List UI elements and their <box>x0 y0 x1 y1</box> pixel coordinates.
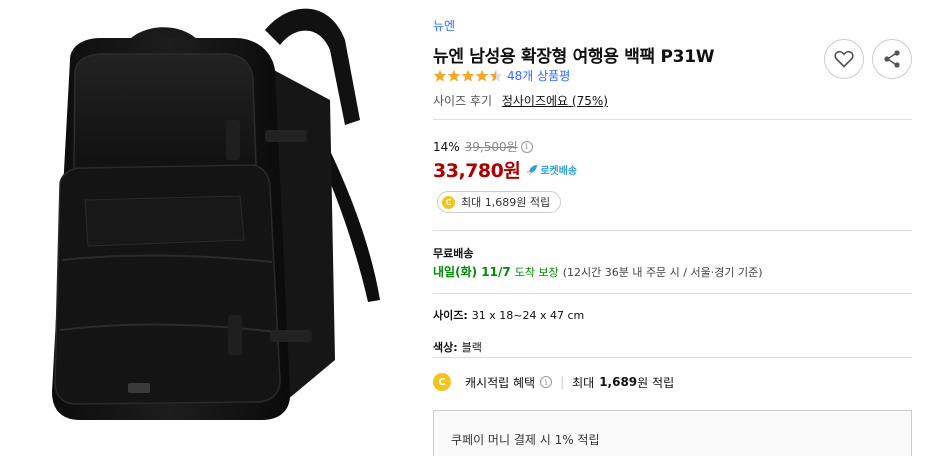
shipping-label: 무료배송 <box>433 247 474 260</box>
size-review-percent: (75%) <box>571 94 608 108</box>
cash-amount: 1,689 <box>599 375 638 389</box>
sale-price: 33,780원 <box>433 160 521 182</box>
size-option: 사이즈: 31 x 18~24 x 47 cm <box>433 307 584 323</box>
star-full-icon <box>433 69 447 82</box>
share-icon <box>884 50 900 68</box>
rocket-delivery-label: 로켓배송 <box>540 166 578 177</box>
shipping-info: 내일(화) 11/7 도착 보장 (12시간 36분 내 주문 시 / 서울⋅경… <box>433 263 763 280</box>
arrival-guarantee: 도착 보장 <box>514 266 559 279</box>
reward-badge: C 최대 1,689원 적립 <box>437 191 562 213</box>
product-title: 뉴엔 남성용 확장형 여행용 백팩 P31W <box>433 47 715 67</box>
original-price: 39,500원 <box>464 140 518 154</box>
size-review-text: 정사이즈에요 <box>501 94 569 108</box>
rocket-icon <box>527 164 538 175</box>
order-deadline-note: (12시간 36분 내 주문 시 / 서울⋅경기 기준) <box>562 266 763 279</box>
payment-benefit-box: 쿠페이 머니 결제 시 1% 적립 <box>433 410 912 456</box>
star-full-icon <box>475 69 489 82</box>
payment-benefit-text: 쿠페이 머니 결제 시 1% 적립 <box>451 433 600 447</box>
size-review: 사이즈 후기 정사이즈에요 (75%) <box>433 92 608 109</box>
product-info-panel: 뉴엔 뉴엔 남성용 확장형 여행용 백팩 P31W 48개 상품평 사이즈 후기… <box>433 0 913 456</box>
arrival-date: 내일(화) 11/7 <box>433 265 511 279</box>
divider <box>433 293 912 294</box>
cash-reward-row: C 캐시적립 혜택 i | 최대 1,689 원 적립 <box>433 373 674 391</box>
star-full-icon <box>447 69 461 82</box>
color-option-value: 블랙 <box>461 341 482 354</box>
size-option-label: 사이즈: <box>433 309 468 322</box>
size-option-value: 31 x 18~24 x 47 cm <box>471 309 585 322</box>
heart-icon <box>834 50 854 68</box>
product-image[interactable] <box>0 0 410 456</box>
wishlist-button[interactable] <box>824 39 864 79</box>
color-option-label: 색상: <box>433 341 458 354</box>
divider <box>433 230 912 231</box>
star-half-icon <box>489 69 503 82</box>
review-count-link[interactable]: 48개 상품평 <box>507 67 570 84</box>
share-button[interactable] <box>872 39 912 79</box>
star-full-icon <box>461 69 475 82</box>
info-icon[interactable]: i <box>520 140 533 153</box>
separator: | <box>560 375 565 389</box>
color-option: 색상: 블랙 <box>433 339 482 355</box>
cash-max-label: 최대 <box>572 375 595 390</box>
coin-icon: C <box>442 195 455 209</box>
discount-rate: 14% <box>433 139 460 154</box>
rocket-delivery-badge: 로켓배송 <box>526 162 577 177</box>
original-price-row: 14% 39,500원 i <box>433 138 533 155</box>
size-review-link[interactable]: 정사이즈에요 (75%) <box>502 94 608 108</box>
rating-row[interactable]: 48개 상품평 <box>433 67 570 84</box>
backpack-illustration <box>52 8 380 420</box>
coin-icon: C <box>433 373 451 391</box>
cash-suffix: 원 적립 <box>637 375 675 390</box>
size-review-label: 사이즈 후기 <box>433 94 493 108</box>
brand-link[interactable]: 뉴엔 <box>433 17 455 34</box>
sale-price-row: 33,780원 로켓배송 <box>433 156 577 183</box>
cash-reward-label: 캐시적립 혜택 <box>465 375 536 390</box>
divider <box>433 357 912 358</box>
star-rating <box>433 69 503 83</box>
divider <box>433 119 912 120</box>
reward-text: 최대 1,689원 적립 <box>461 196 551 209</box>
info-icon[interactable]: i <box>540 376 553 388</box>
